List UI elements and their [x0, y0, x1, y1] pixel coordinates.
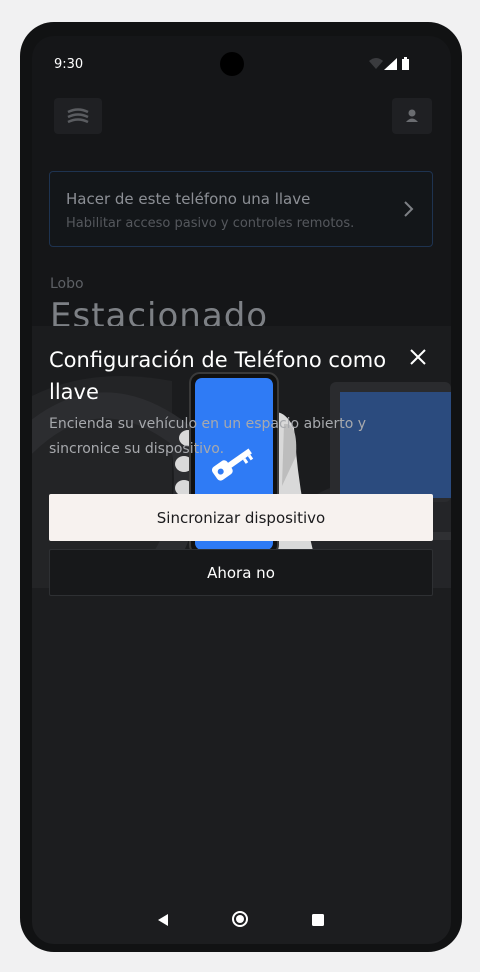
nav-back-button[interactable] — [156, 912, 170, 931]
nav-recents-button[interactable] — [311, 912, 325, 931]
sheet-title: Configuración de Teléfono como llave — [49, 348, 387, 404]
key-card-title: Hacer de este teléfono una llave — [66, 190, 311, 208]
key-card-subtitle: Habilitar acceso pasivo y controles remo… — [66, 216, 355, 231]
back-icon — [158, 914, 168, 926]
recents-icon — [312, 914, 324, 926]
nav-home-button[interactable] — [231, 910, 249, 932]
vehicle-name: Lobo — [50, 276, 84, 292]
profile-button[interactable] — [392, 98, 432, 134]
home-icon — [232, 911, 248, 927]
not-now-button[interactable]: Ahora no — [49, 549, 433, 596]
phone-key-card[interactable]: Hacer de este teléfono una llave Habilit… — [49, 171, 433, 247]
car-logo-button[interactable] — [54, 98, 102, 134]
chevron-right-icon — [404, 201, 414, 217]
car-logo-icon — [67, 108, 89, 124]
sheet-description: Encienda su vehículo en un espacio abier… — [49, 416, 367, 457]
screen: 9:30 Hacer de este teléfono una llave Ha… — [32, 36, 451, 944]
person-icon — [406, 109, 418, 122]
sync-device-button[interactable]: Sincronizar dispositivo — [49, 494, 433, 541]
